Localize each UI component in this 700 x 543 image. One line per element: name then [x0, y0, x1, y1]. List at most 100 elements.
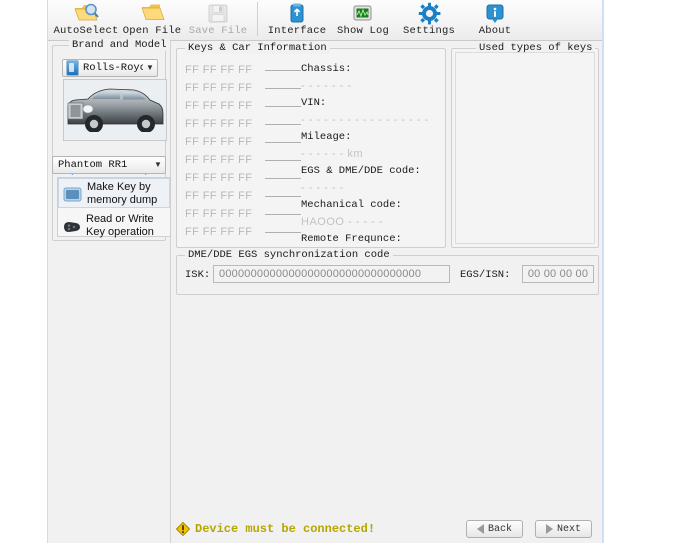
key-hex-value: FF FF FF FF: [185, 100, 253, 112]
key-row[interactable]: FF FF FF FF: [185, 223, 301, 241]
sidebar: Brand and Model Rolls-Royce ▼: [48, 39, 171, 543]
brand-and-model-title: Brand and Model: [69, 39, 170, 51]
sync-panel-title: DME/DDE EGS synchronization code: [185, 249, 393, 261]
toolbar-label: Show Log: [336, 25, 389, 37]
key-dash: [265, 141, 301, 143]
info-label-remote-frequence: Remote Frequnce:: [301, 233, 402, 245]
key-dash: [265, 213, 301, 215]
key-hex-value: FF FF FF FF: [185, 118, 253, 130]
info-label-mileage: Mileage:: [301, 131, 352, 143]
toolbar-label: Open File: [122, 25, 182, 37]
brand-logo-icon: [66, 60, 79, 76]
key-dash: [265, 87, 301, 89]
toolbar-button-open-file[interactable]: Open File: [119, 0, 185, 40]
toolbar-label: AutoSelect: [53, 25, 119, 37]
auto-select-icon: [73, 1, 99, 25]
info-label-chassis: Chassis:: [301, 63, 352, 75]
key-hex-value: FF FF FF FF: [185, 190, 253, 202]
key-hex-value: FF FF FF FF: [185, 208, 253, 220]
key-row[interactable]: FF FF FF FF: [185, 79, 301, 97]
toolbar-separator: [257, 2, 258, 36]
memory-dump-icon: [62, 184, 83, 205]
key-row[interactable]: FF FF FF FF: [185, 205, 301, 223]
about-icon: [484, 1, 506, 25]
key-row[interactable]: FF FF FF FF: [185, 61, 301, 79]
key-hex-value: FF FF FF FF: [185, 226, 253, 238]
show-log-icon: [351, 1, 375, 25]
back-button-label: Back: [487, 523, 512, 535]
key-dash: [265, 123, 301, 125]
car-key-icon: [61, 216, 82, 237]
operation-make-key-by-memory-dump[interactable]: Make Key by memory dump: [58, 178, 170, 208]
info-value-mileage: - - - - - - km: [301, 148, 363, 160]
key-hex-value: FF FF FF FF: [185, 82, 253, 94]
used-types-of-keys-panel: Used types of keys: [451, 42, 599, 248]
info-value-mechanical-code: HAOOO - - - - -: [301, 216, 384, 228]
back-button[interactable]: Back: [466, 520, 523, 538]
key-row[interactable]: FF FF FF FF: [185, 97, 301, 115]
toolbar-label: Save File: [188, 25, 248, 37]
operations-list: Make Key by memory dump Read or Write Ke…: [57, 177, 171, 239]
key-dash: [265, 159, 301, 161]
next-button-label: Next: [556, 523, 581, 535]
key-dash: [265, 177, 301, 179]
toolbar-button-interface[interactable]: Interface: [264, 0, 330, 40]
info-value-vin: - - - - - - - - - - - - - - - - -: [301, 114, 429, 126]
model-select-value: Phantom RR1: [58, 159, 128, 171]
key-row[interactable]: FF FF FF FF: [185, 187, 301, 205]
key-hex-value: FF FF FF FF: [185, 172, 253, 184]
toolbar-button-autoselect[interactable]: AutoSelect: [53, 0, 119, 40]
next-button[interactable]: Next: [535, 520, 592, 538]
info-value-chassis: - - - - - - -: [301, 80, 352, 92]
toolbar-label: Interface: [267, 25, 327, 37]
operation-read-or-write-key[interactable]: Read or Write Key operation: [58, 211, 170, 239]
status-warning: Device must be connected!: [176, 522, 375, 536]
info-label-mechanical-code: Mechanical code:: [301, 199, 402, 211]
key-hex-value: FF FF FF FF: [185, 64, 253, 76]
operation-label: Read or Write Key operation: [86, 213, 154, 238]
info-label-vin: VIN:: [301, 97, 327, 109]
egs-isn-label: EGS/ISN:: [460, 269, 511, 281]
chevron-right-icon: [545, 524, 553, 534]
open-file-icon: [139, 1, 165, 25]
car-information-list: Chassis: - - - - - - - VIN: - - - - - - …: [301, 61, 441, 265]
key-hex-value: FF FF FF FF: [185, 154, 253, 166]
toolbar-label: About: [478, 25, 512, 37]
warning-message: Device must be connected!: [195, 522, 376, 536]
brand-select-value: Rolls-Royce: [83, 62, 143, 74]
toolbar-button-about[interactable]: About: [462, 0, 528, 40]
egs-isn-input[interactable]: 00 00 00 00: [522, 265, 594, 283]
operation-label: Make Key by memory dump: [87, 181, 158, 206]
key-row[interactable]: FF FF FF FF: [185, 169, 301, 187]
toolbar-button-save-file[interactable]: Save File: [185, 0, 251, 40]
interface-icon: [286, 1, 308, 25]
info-label-egs-dme-code: EGS & DME/DDE code:: [301, 165, 421, 177]
toolbar-button-show-log[interactable]: Show Log: [330, 0, 396, 40]
settings-icon: [418, 1, 441, 25]
key-row[interactable]: FF FF FF FF: [185, 133, 301, 151]
application-window: AutoSelect Open File Save File Interface…: [47, 0, 604, 543]
keys-panel-title: Keys & Car Information: [185, 42, 330, 54]
keys-list: FF FF FF FF FF FF FF FF FF FF FF FF FF F…: [185, 61, 301, 241]
key-dash: [265, 69, 301, 71]
isk-label: ISK:: [185, 269, 211, 281]
warning-diamond-icon: [176, 522, 190, 536]
sync-code-panel: DME/DDE EGS synchronization code ISK: 00…: [176, 249, 599, 295]
toolbar-button-settings[interactable]: Settings: [396, 0, 462, 40]
save-file-icon: [206, 1, 230, 25]
keys-and-car-information-panel: Keys & Car Information FF FF FF FF FF FF…: [176, 42, 446, 262]
key-hex-value: FF FF FF FF: [185, 136, 253, 148]
used-keys-list[interactable]: [455, 52, 595, 244]
isk-input[interactable]: 00000000000000000000000000000000: [213, 265, 450, 283]
key-dash: [265, 105, 301, 107]
key-dash: [265, 231, 301, 233]
key-row[interactable]: FF FF FF FF: [185, 151, 301, 169]
toolbar-label: Settings: [402, 25, 455, 37]
brand-and-model-group: Brand and Model Rolls-Royce ▼: [52, 39, 171, 241]
chevron-down-icon: ▼: [154, 160, 162, 169]
chevron-down-icon: ▼: [146, 63, 154, 72]
model-select[interactable]: Phantom RR1 ▼: [52, 156, 166, 174]
brand-select[interactable]: Rolls-Royce ▼: [62, 59, 158, 77]
info-value-egs-dme-code: - - - - - -: [301, 182, 344, 194]
key-row[interactable]: FF FF FF FF: [185, 115, 301, 133]
